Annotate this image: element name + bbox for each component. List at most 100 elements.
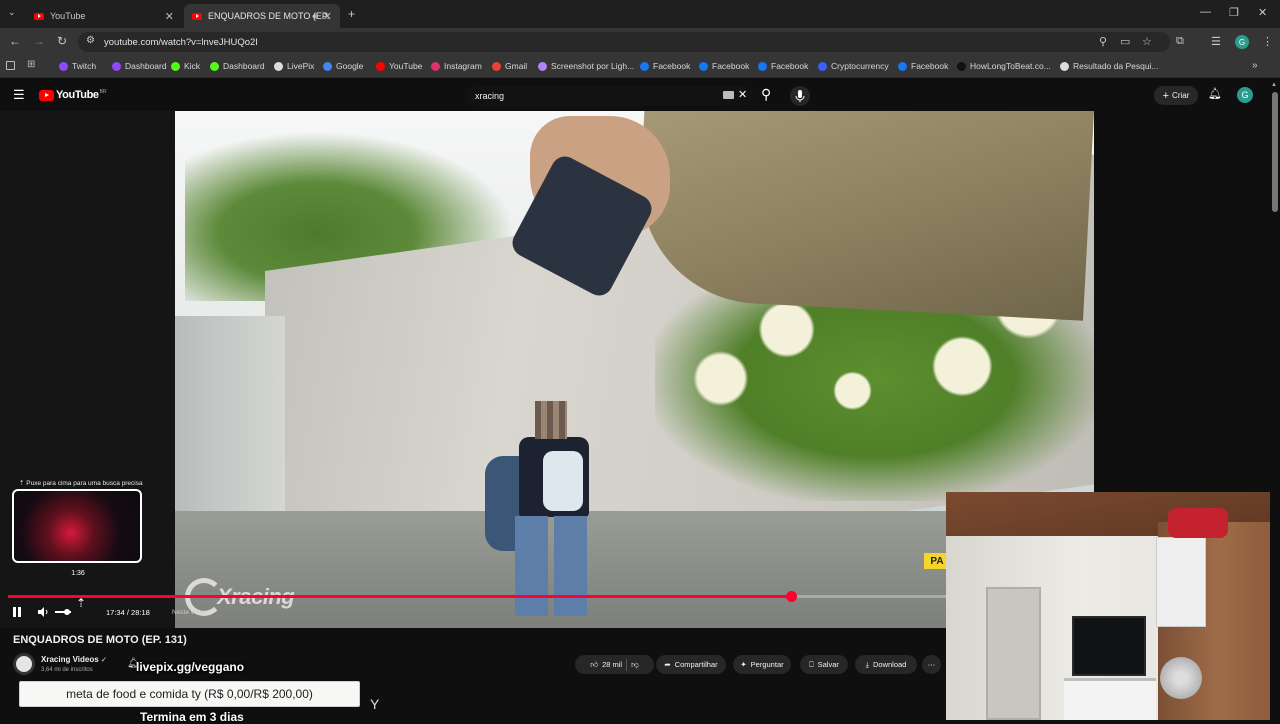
bookmark-favicon-icon (699, 61, 708, 71)
tab-video[interactable]: ENQUADROS DE MOTO (EP. 🔊︎ ✕ (184, 4, 340, 28)
cast-icon[interactable]: ▭ (1120, 35, 1130, 48)
download-button[interactable]: ⤓ Download (855, 655, 917, 674)
plus-icon: + (1162, 89, 1170, 102)
bookmark-item[interactable]: Twitch (59, 61, 96, 71)
clear-search-icon[interactable]: ✕ (738, 88, 747, 101)
taskbar-app-icon[interactable]: Y (370, 696, 379, 712)
bookmark-item[interactable]: Kick (171, 61, 200, 71)
tab-label: YouTube (50, 11, 86, 21)
site-info-icon[interactable]: ⚙︎ (86, 35, 95, 46)
volume-knob[interactable] (63, 609, 70, 615)
mouse-cursor-icon: ⇡ (76, 596, 87, 610)
ask-button[interactable]: ✦ Perguntar (733, 655, 791, 674)
bookmark-label: Facebook (712, 61, 750, 71)
bookmark-label: Facebook (653, 61, 691, 71)
tab-search-button[interactable]: ⌄ (8, 7, 16, 18)
bookmark-item[interactable]: Facebook (758, 61, 808, 71)
more-actions-button[interactable]: ⋯ (922, 655, 941, 674)
bookmark-favicon-icon (210, 61, 219, 71)
grid-icon[interactable]: ⊞ (27, 59, 35, 70)
voice-search-button[interactable] (790, 86, 810, 106)
bookmark-item[interactable]: Facebook (640, 61, 690, 71)
like-dislike-group: 👍︎ 28 mil 👎︎ (575, 655, 654, 674)
video-title: ENQUADROS DE MOTO (EP. 131) (13, 634, 187, 646)
hamburger-menu-icon[interactable]: ☰ (13, 87, 25, 103)
create-button[interactable]: + Criar (1154, 86, 1198, 105)
webcam-rack (1064, 678, 1156, 720)
bookmark-favicon-icon (818, 61, 827, 71)
dislike-button[interactable]: 👎︎ (631, 660, 639, 670)
bookmark-favicon-icon (112, 61, 121, 71)
progress-played (8, 595, 792, 598)
donation-url-overlay: livepix.gg/veggano (136, 660, 245, 674)
close-window-button[interactable]: ✕ (1258, 6, 1267, 19)
forward-button[interactable]: → (33, 34, 45, 48)
time-display: 17:34 / 28:18 (106, 608, 150, 617)
scroll-up-icon[interactable]: ▲ (1271, 82, 1277, 88)
search-box[interactable] (466, 86, 754, 106)
pause-button[interactable] (12, 606, 22, 618)
more-bookmarks-icon[interactable]: » (1252, 60, 1258, 71)
extensions-icon[interactable]: ⧉ (1176, 35, 1184, 48)
channel-name[interactable]: Xracing Videos ✓ (41, 655, 107, 664)
bookmark-item[interactable]: Dashboard (210, 61, 265, 71)
seek-preview-thumbnail (12, 489, 142, 563)
bookmark-item[interactable]: Screenshot por Ligh... (538, 61, 634, 71)
bookmark-icon: ⎕ (809, 659, 814, 669)
sparkle-icon: ✦ (740, 660, 747, 669)
bookmark-favicon-icon (59, 61, 68, 71)
streamer-webcam (946, 492, 1280, 720)
bookmark-item[interactable]: Dashboard (112, 61, 167, 71)
reading-list-icon[interactable]: ☰ (1211, 35, 1221, 48)
microphone-icon (795, 90, 805, 102)
download-icon: ⤓ (865, 659, 869, 669)
search-icon[interactable]: ⚲ (761, 86, 771, 103)
bookmark-item[interactable]: LivePix (274, 61, 314, 71)
account-avatar[interactable]: G (1237, 87, 1253, 103)
keyboard-icon[interactable] (723, 91, 734, 99)
bookmark-item[interactable]: HowLongToBeat.co... (957, 61, 1051, 71)
bookmark-item[interactable]: Gmail (492, 61, 527, 71)
bookmark-item[interactable]: Instagram (431, 61, 482, 71)
apps-icon[interactable] (6, 61, 15, 70)
bookmark-star-icon[interactable]: ☆ (1142, 35, 1152, 48)
back-button[interactable]: ← (9, 34, 21, 48)
reload-button[interactable]: ↻ (57, 34, 67, 48)
channel-avatar[interactable] (13, 653, 35, 675)
restore-button[interactable]: ❐ (1229, 6, 1239, 19)
webcam-door (986, 587, 1041, 720)
webcam-red-box (1168, 508, 1228, 538)
profile-avatar[interactable]: G (1235, 35, 1249, 49)
audio-playing-icon[interactable]: 🔊︎ (312, 11, 318, 22)
close-tab-icon[interactable]: ✕ (165, 10, 174, 23)
chapter-label[interactable]: Neste vídeo (172, 609, 207, 616)
share-button[interactable]: ➦ Compartilhar (656, 655, 726, 674)
new-tab-button[interactable]: + (348, 7, 355, 21)
bookmark-label: Gmail (505, 61, 528, 71)
bookmark-favicon-icon (898, 61, 907, 71)
thumbs-up-icon: 👍︎ (590, 659, 599, 669)
like-button[interactable]: 👍︎ 28 mil (590, 660, 622, 670)
scrollbar-thumb[interactable] (1272, 92, 1278, 212)
bookmark-item[interactable]: Google (323, 61, 363, 71)
bookmark-label: YouTube (389, 61, 423, 71)
bookmark-favicon-icon (758, 61, 767, 71)
bookmark-favicon-icon (1060, 61, 1069, 71)
bookmark-item[interactable]: Cryptocurrency (818, 61, 889, 71)
close-tab-icon[interactable]: ✕ (323, 10, 332, 23)
bookmark-item[interactable]: YouTube (376, 61, 422, 71)
url-text: youtube.com/watch?v=lnveJHUQo2I (104, 37, 258, 48)
tab-youtube[interactable]: YouTube ✕ (26, 4, 182, 28)
browser-menu-icon[interactable]: ⋮ (1262, 35, 1273, 48)
save-button[interactable]: ⎕ Salvar (800, 655, 848, 674)
bookmark-item[interactable]: Resultado da Pesqui... (1060, 61, 1159, 71)
video-officer-arm (634, 111, 1094, 321)
search-input[interactable]: xracing (475, 91, 504, 101)
zoom-icon[interactable]: ⚲ (1099, 35, 1107, 48)
notifications-bell-icon[interactable]: 🔔︎ (1208, 87, 1222, 100)
volume-button[interactable] (37, 606, 49, 618)
youtube-logo[interactable]: YouTube BR (39, 89, 107, 101)
bookmark-item[interactable]: Facebook (699, 61, 749, 71)
minimize-button[interactable]: — (1200, 6, 1211, 18)
bookmark-item[interactable]: Facebook (898, 61, 948, 71)
